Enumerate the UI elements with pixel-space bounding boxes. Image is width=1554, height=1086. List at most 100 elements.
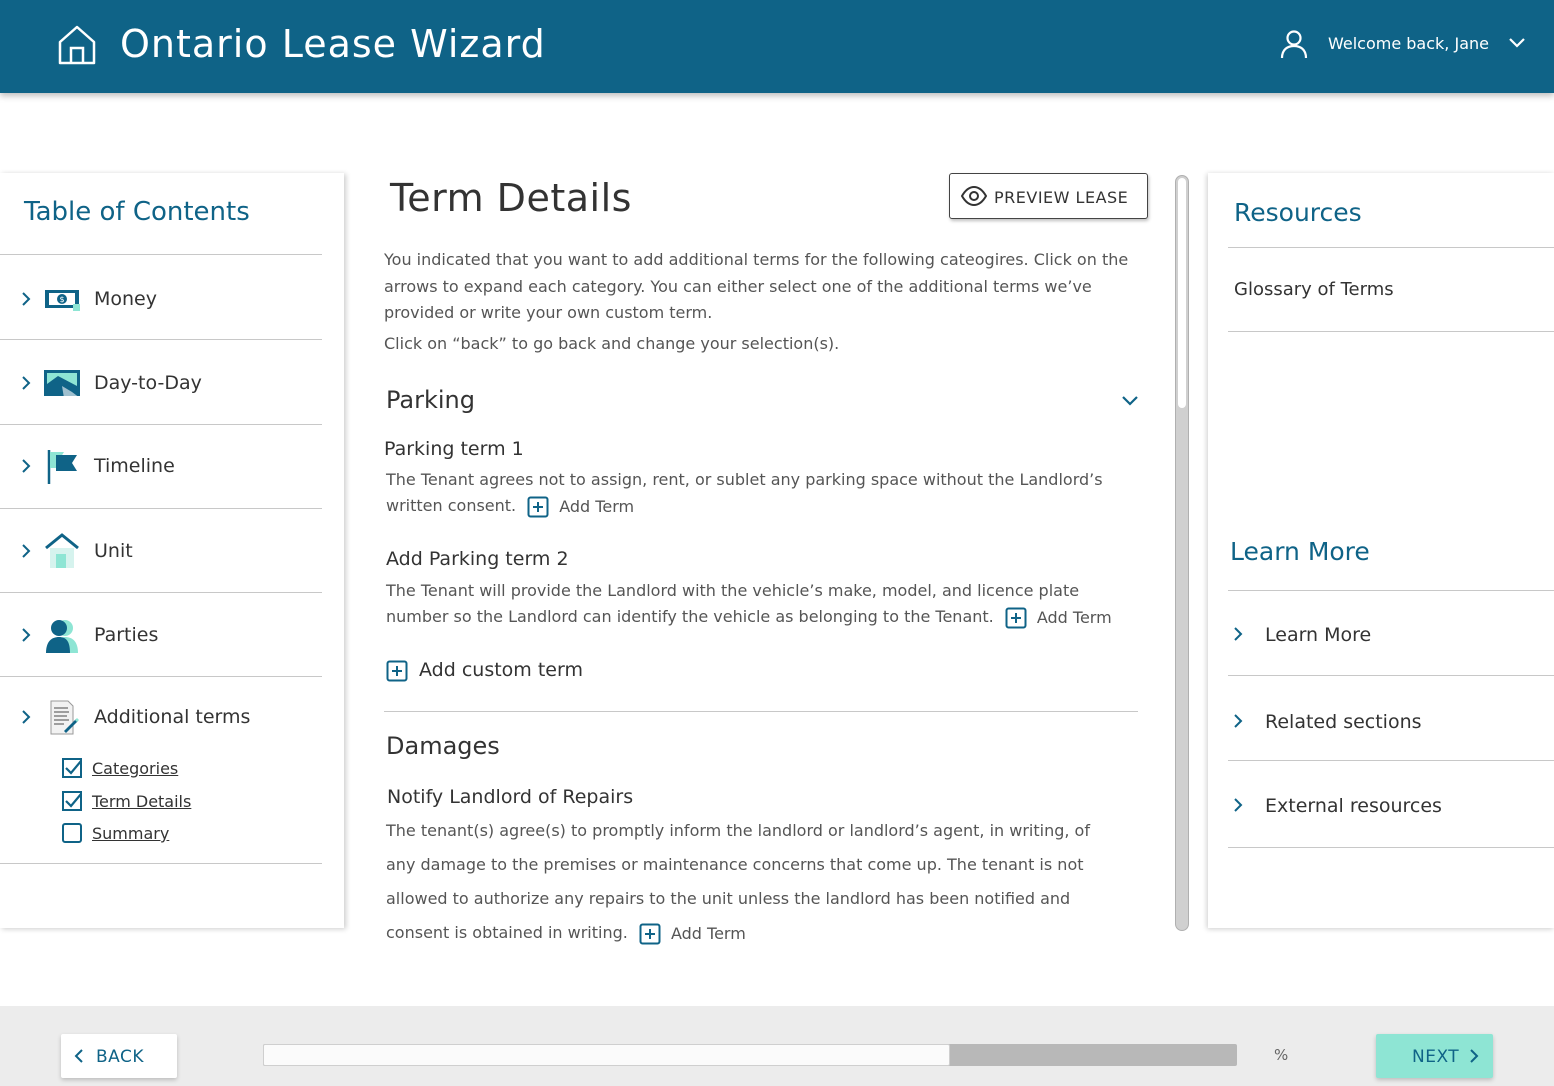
page-title: Term Details — [390, 176, 632, 220]
table-of-contents-panel: Table of Contents $ Money Day-to-Day Tim… — [0, 173, 344, 928]
chevron-right-icon — [22, 292, 31, 306]
back-label: BACK — [96, 1047, 145, 1067]
external-resources-label: External resources — [1265, 795, 1442, 817]
chevron-right-icon — [22, 459, 31, 473]
house-icon — [45, 533, 79, 568]
toc-item-money[interactable]: $ Money — [0, 268, 322, 328]
divider — [1228, 331, 1554, 332]
related-sections-item[interactable]: Related sections — [1228, 701, 1554, 741]
chevron-down-icon[interactable] — [1120, 394, 1140, 408]
plus-box-icon — [639, 923, 661, 945]
divider — [0, 676, 322, 677]
scrollbar-thumb[interactable] — [1177, 178, 1186, 408]
glossary-link[interactable]: Glossary of Terms — [1234, 279, 1394, 300]
preview-lease-button[interactable]: PREVIEW LEASE — [949, 173, 1148, 219]
subitem-label[interactable]: Categories — [92, 759, 178, 778]
toc-item-label: Money — [94, 288, 157, 310]
day-to-day-icon — [44, 370, 80, 398]
learn-more-item[interactable]: Learn More — [1228, 614, 1554, 654]
welcome-text[interactable]: Welcome back, Jane — [1328, 34, 1489, 53]
term-text: The Tenant agrees not to assign, rent, o… — [386, 470, 1103, 515]
toc-item-parties[interactable]: Parties — [0, 604, 322, 664]
chevron-right-icon — [22, 628, 31, 642]
svg-text:$: $ — [59, 295, 64, 304]
next-button[interactable]: NEXT — [1376, 1034, 1493, 1078]
divider — [384, 711, 1138, 712]
add-term-button[interactable]: Add Term — [1005, 604, 1112, 631]
subitem-term-details[interactable]: Term Details — [62, 790, 262, 812]
intro-back-text: Click on “back” to go back and change yo… — [384, 334, 840, 353]
toc-item-label: Unit — [94, 540, 133, 562]
plus-box-icon — [527, 496, 549, 518]
subitem-categories[interactable]: Categories — [62, 757, 262, 779]
chevron-right-icon — [22, 710, 31, 724]
add-term-label: Add Term — [1036, 607, 1112, 627]
toc-item-label: Parties — [94, 624, 159, 646]
checkbox-empty-icon[interactable] — [62, 823, 82, 843]
term-title: Notify Landlord of Repairs — [387, 786, 634, 808]
section-title-parking: Parking — [386, 386, 475, 414]
term-title: Parking term 1 — [384, 438, 524, 460]
add-term-button[interactable]: Add Term — [527, 493, 634, 520]
back-button[interactable]: BACK — [61, 1034, 177, 1078]
section-title-damages: Damages — [386, 732, 500, 760]
preview-lease-label: PREVIEW LEASE — [994, 188, 1129, 207]
term-title: Add Parking term 2 — [386, 548, 569, 570]
chevron-down-icon[interactable] — [1508, 36, 1526, 50]
plus-box-icon — [1005, 607, 1027, 629]
home-icon[interactable] — [57, 24, 97, 66]
flag-icon — [47, 450, 77, 484]
subitem-label[interactable]: Term Details — [92, 792, 191, 811]
top-header: Ontario Lease Wizard Welcome back, Jane — [0, 0, 1554, 93]
chevron-right-icon — [1234, 714, 1243, 728]
divider — [0, 424, 322, 425]
add-term-button[interactable]: Add Term — [639, 916, 746, 951]
app-title: Ontario Lease Wizard — [120, 22, 546, 66]
term-body: The tenant(s) agree(s) to promptly infor… — [386, 814, 1106, 951]
toc-item-timeline[interactable]: Timeline — [0, 435, 322, 495]
toc-item-label: Additional terms — [94, 706, 251, 728]
chevron-right-icon — [1234, 798, 1243, 812]
parties-icon — [46, 620, 78, 653]
external-resources-item[interactable]: External resources — [1228, 785, 1554, 825]
divider — [1228, 760, 1554, 761]
document-icon — [50, 700, 79, 735]
add-term-label: Add Term — [559, 496, 635, 516]
toc-item-day-to-day[interactable]: Day-to-Day — [0, 352, 322, 412]
progress-percent: % — [1274, 1046, 1289, 1064]
divider — [0, 508, 322, 509]
related-sections-label: Related sections — [1265, 711, 1422, 733]
checkbox-checked-icon[interactable] — [62, 758, 82, 778]
learn-more-label: Learn More — [1265, 624, 1372, 646]
subitem-summary[interactable]: Summary — [62, 822, 262, 844]
learn-more-title: Learn More — [1230, 537, 1370, 566]
divider — [0, 339, 322, 340]
main-scrollbar[interactable] — [1175, 175, 1189, 931]
divider — [0, 254, 322, 255]
divider — [0, 863, 322, 864]
toc-item-label: Day-to-Day — [94, 372, 202, 394]
toc-item-additional-terms[interactable]: Additional terms — [0, 686, 322, 746]
subitem-label[interactable]: Summary — [92, 824, 169, 843]
divider — [1228, 847, 1554, 848]
intro-text: You indicated that you want to add addit… — [384, 250, 1129, 322]
resources-panel: Resources Glossary of Terms Learn More L… — [1208, 173, 1554, 928]
divider — [1228, 675, 1554, 676]
plus-box-icon — [386, 660, 408, 682]
progress-bar — [263, 1044, 1237, 1066]
eye-icon — [961, 185, 987, 207]
toc-item-unit[interactable]: Unit — [0, 520, 322, 580]
checkbox-checked-icon[interactable] — [62, 791, 82, 811]
divider — [0, 592, 322, 593]
chevron-left-icon — [74, 1049, 83, 1063]
add-custom-term-label: Add custom term — [419, 659, 583, 681]
term-body: The Tenant agrees not to assign, rent, o… — [386, 467, 1126, 520]
divider — [1228, 590, 1554, 591]
divider — [1228, 247, 1554, 248]
money-icon: $ — [45, 290, 80, 311]
chevron-right-icon — [1470, 1049, 1479, 1063]
main-content: Term Details PREVIEW LEASE You indicated… — [360, 170, 1190, 950]
chevron-right-icon — [1234, 627, 1243, 641]
toc-title: Table of Contents — [24, 197, 250, 227]
user-icon[interactable] — [1280, 29, 1308, 59]
